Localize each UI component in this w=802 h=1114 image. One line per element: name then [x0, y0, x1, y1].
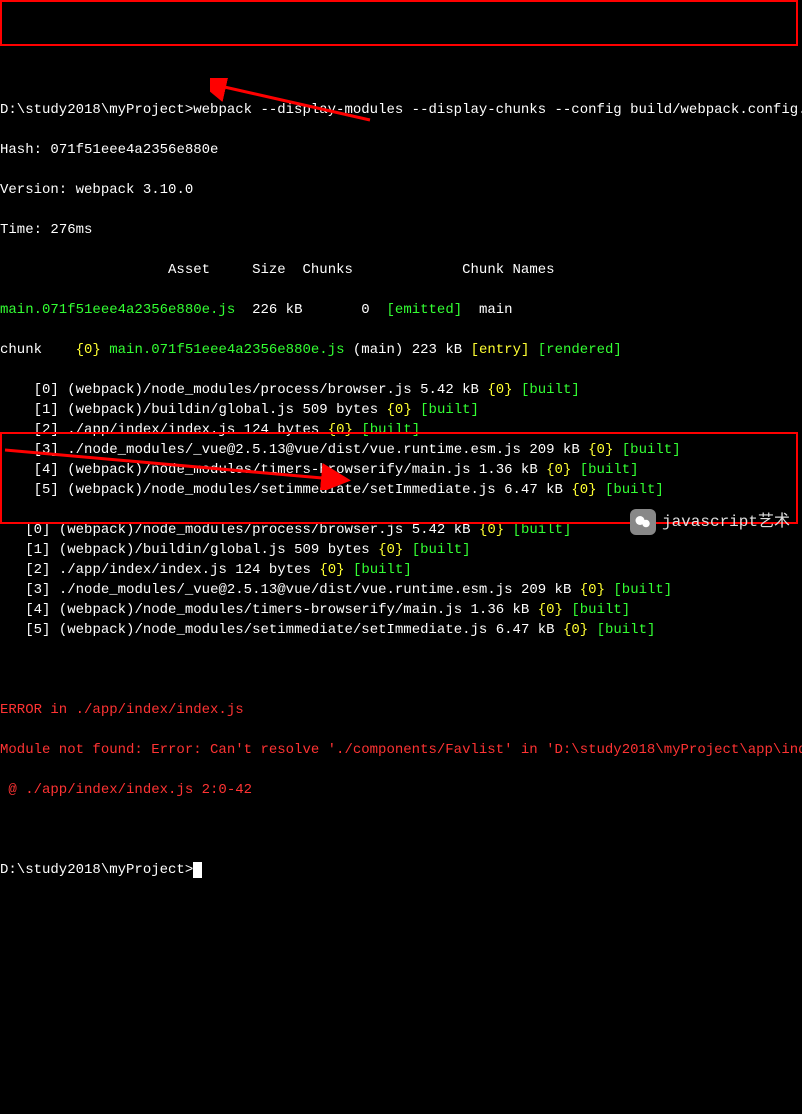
module-row: [1] (webpack)/buildin/global.js 509 byte…: [0, 400, 802, 420]
chunk-file: main.071f51eee4a2356e880e.js: [109, 342, 344, 358]
asset-size: 226 kB: [252, 302, 302, 318]
watermark-text: javascript艺术: [662, 512, 790, 532]
module-row: [2] ./app/index/index.js 124 bytes {0} […: [0, 560, 802, 580]
chunk-name: (main): [353, 342, 403, 358]
chunk-size: 223 kB: [412, 342, 462, 358]
prompt: D:\study2018\myProject>: [0, 102, 193, 118]
col-chunknames: Chunk Names: [462, 262, 554, 278]
module-row: [1] (webpack)/buildin/global.js 509 byte…: [0, 540, 802, 560]
col-size: Size: [252, 262, 286, 278]
asset-emitted: [emitted]: [387, 302, 463, 318]
time-value: 276ms: [50, 222, 92, 238]
wechat-icon: [630, 509, 656, 535]
chunk-id: {0}: [76, 342, 101, 358]
version-value: webpack 3.10.0: [76, 182, 194, 198]
chunk-entry: [entry]: [471, 342, 530, 358]
hash-value: 071f51eee4a2356e880e: [50, 142, 218, 158]
time-label: Time:: [0, 222, 50, 238]
col-chunks: Chunks: [302, 262, 352, 278]
chunk-label: chunk: [0, 342, 42, 358]
chunk-rendered: [rendered]: [538, 342, 622, 358]
error-line-3: @ ./app/index/index.js 2:0-42: [0, 780, 802, 800]
module-row: [4] (webpack)/node_modules/timers-browse…: [0, 600, 802, 620]
asset-name: main: [479, 302, 513, 318]
module-row: [5] (webpack)/node_modules/setimmediate/…: [0, 620, 802, 640]
module-row: [3] ./node_modules/_vue@2.5.13@vue/dist/…: [0, 580, 802, 600]
annotation-box-command: [0, 0, 798, 46]
col-asset: Asset: [168, 262, 210, 278]
asset-file: main.071f51eee4a2356e880e.js: [0, 302, 235, 318]
prompt: D:\study2018\myProject>: [0, 862, 193, 878]
error-line-2: Module not found: Error: Can't resolve '…: [0, 740, 802, 760]
cursor[interactable]: [193, 862, 202, 878]
hash-label: Hash:: [0, 142, 50, 158]
asset-chunkid: 0: [361, 302, 369, 318]
typed-command: webpack --display-modules --display-chun…: [193, 102, 802, 118]
watermark: javascript艺术: [630, 509, 790, 535]
module-row: [0] (webpack)/node_modules/process/brows…: [0, 380, 802, 400]
version-label: Version:: [0, 182, 76, 198]
error-line-1: ERROR in ./app/index/index.js: [0, 700, 802, 720]
